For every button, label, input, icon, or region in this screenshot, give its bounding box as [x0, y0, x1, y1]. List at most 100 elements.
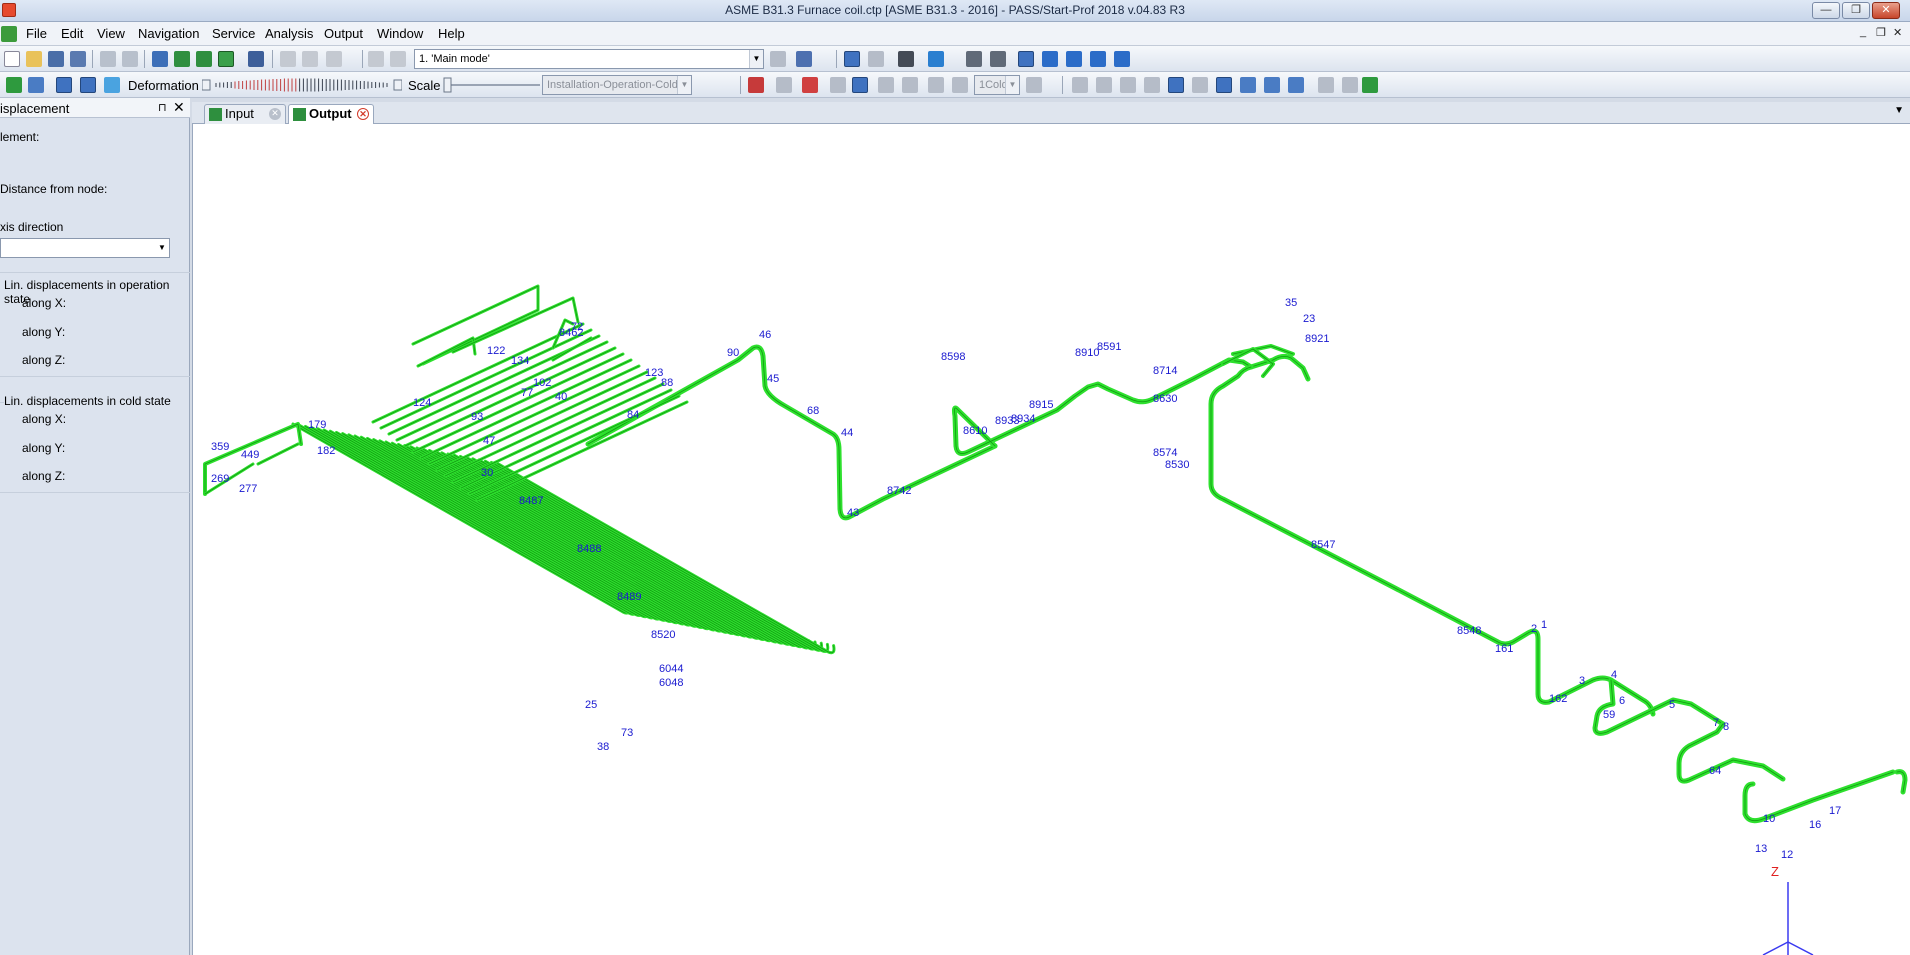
print-preview-icon[interactable]	[100, 51, 116, 67]
snowflake-icon[interactable]	[104, 77, 120, 93]
pin-icon[interactable]: ⊓	[158, 101, 167, 114]
pause-icon[interactable]	[28, 77, 44, 93]
save-icon[interactable]	[48, 51, 64, 67]
deform-mode-icon[interactable]	[56, 77, 72, 93]
graph-icon[interactable]	[1026, 77, 1042, 93]
menu-navigation[interactable]: Navigation	[138, 26, 199, 41]
cold-select[interactable]: 1Cold ▼	[974, 75, 1020, 95]
model-viewport[interactable]: 72 8462 122 134 102 77 40 123 84 88 90 46 45 68 44 43 87…	[192, 124, 1910, 955]
help-icon[interactable]	[796, 51, 812, 67]
pipe-tool-icon[interactable]	[770, 51, 786, 67]
binoculars-icon[interactable]	[898, 51, 914, 67]
support-g-icon[interactable]	[1216, 77, 1232, 93]
temperature-icon[interactable]	[878, 77, 894, 93]
node-label: 8487	[519, 495, 543, 507]
support-d-icon[interactable]	[1144, 77, 1160, 93]
zoom-window-icon[interactable]	[966, 51, 982, 67]
stress-icon[interactable]	[776, 77, 792, 93]
displacement-icon[interactable]	[852, 77, 868, 93]
view-toggle-icon[interactable]	[844, 51, 860, 67]
paste-icon[interactable]	[326, 51, 342, 67]
mdi-close-button[interactable]: ✕	[1893, 26, 1902, 39]
tab-list-chevron-icon[interactable]: ▼	[1894, 105, 1904, 116]
support-e-icon[interactable]	[1168, 77, 1184, 93]
node-label: 8630	[1153, 393, 1177, 405]
zoom-extents-icon[interactable]	[990, 51, 1006, 67]
node-label: 179	[308, 419, 326, 431]
play-icon[interactable]	[6, 77, 22, 93]
support-c-icon[interactable]	[1120, 77, 1136, 93]
deformation-slider[interactable]	[202, 76, 402, 94]
mdi-restore-button[interactable]: ❐	[1876, 26, 1886, 39]
3d-cube-icon[interactable]	[928, 51, 944, 67]
check-icon[interactable]	[196, 51, 212, 67]
menu-service[interactable]: Service	[212, 26, 255, 41]
support-f-icon[interactable]	[1192, 77, 1208, 93]
document-icon[interactable]	[1, 26, 17, 42]
load-icon[interactable]	[830, 77, 846, 93]
tab-output-close-icon[interactable]: ✕	[357, 108, 369, 120]
pressure-icon[interactable]	[902, 77, 918, 93]
max-icon[interactable]	[802, 77, 818, 93]
node-label: 64	[1709, 765, 1721, 777]
save-as-icon[interactable]	[70, 51, 86, 67]
panel-close-icon[interactable]: ✕	[173, 99, 185, 116]
cut-icon[interactable]	[280, 51, 296, 67]
report-icon[interactable]	[1362, 77, 1378, 93]
weight-icon[interactable]	[928, 77, 944, 93]
support-i-icon[interactable]	[1264, 77, 1280, 93]
menu-view[interactable]: View	[97, 26, 125, 41]
load-case-select[interactable]: Installation-Operation-Cold ▼	[542, 75, 692, 95]
support-a-icon[interactable]	[1072, 77, 1088, 93]
table-icon[interactable]	[152, 51, 168, 67]
menu-edit[interactable]: Edit	[61, 26, 83, 41]
animation-icon[interactable]	[80, 77, 96, 93]
menu-output[interactable]: Output	[324, 26, 363, 41]
cold-along-z-label: along Z:	[22, 469, 66, 483]
redo-icon[interactable]	[390, 51, 406, 67]
menu-help[interactable]: Help	[438, 26, 465, 41]
hanger-icon[interactable]	[1318, 77, 1334, 93]
wind-icon[interactable]	[952, 77, 968, 93]
select-arrow-icon[interactable]	[1018, 51, 1034, 67]
open-folder-icon[interactable]	[26, 51, 42, 67]
dimension-icon[interactable]	[868, 51, 884, 67]
support-b-icon[interactable]	[1096, 77, 1112, 93]
new-file-icon[interactable]	[4, 51, 20, 67]
menu-analysis[interactable]: Analysis	[265, 26, 313, 41]
close-button[interactable]: ✕	[1872, 2, 1900, 19]
menu-window[interactable]: Window	[377, 26, 423, 41]
tab-input[interactable]: Input ✕	[204, 104, 286, 124]
minimize-button[interactable]: —	[1812, 2, 1840, 19]
panel-header: isplacement ⊓ ✕	[0, 98, 190, 118]
output-mode-icon[interactable]	[218, 51, 234, 67]
axis-direction-select[interactable]: ▼	[0, 238, 170, 258]
copy-icon[interactable]	[302, 51, 318, 67]
pipe-segment[interactable]	[1676, 721, 1786, 784]
pipe-segment[interactable]	[951, 357, 1254, 456]
tab-output[interactable]: Output ✕	[288, 104, 374, 124]
spring-icon[interactable]	[1342, 77, 1358, 93]
undo-icon[interactable]	[368, 51, 384, 67]
maximize-button[interactable]: ❐	[1842, 2, 1870, 19]
menu-bar: File Edit View Navigation Service Analys…	[0, 22, 1910, 46]
pipe-segment[interactable]	[1208, 364, 1656, 717]
support-h-icon[interactable]	[1240, 77, 1256, 93]
restraint-icon[interactable]	[748, 77, 764, 93]
menu-file[interactable]: File	[26, 26, 47, 41]
tab-input-close-icon[interactable]: ✕	[269, 108, 281, 120]
pan-icon[interactable]	[1042, 51, 1058, 67]
print-icon[interactable]	[122, 51, 138, 67]
scale-slider[interactable]	[442, 76, 542, 94]
zoom-icon[interactable]	[1066, 51, 1082, 67]
calculator-icon[interactable]	[248, 51, 264, 67]
rotate-icon[interactable]	[1090, 51, 1106, 67]
piping-model[interactable]: 72846212213410277 40123848890464568444387…	[193, 124, 1910, 955]
refresh-icon[interactable]	[1114, 51, 1130, 67]
input-mode-icon[interactable]	[174, 51, 190, 67]
pipe-segment[interactable]	[1248, 353, 1311, 382]
node-label: 8714	[1153, 365, 1177, 377]
mode-select[interactable]: 1. 'Main mode' ▼	[414, 49, 764, 69]
support-j-icon[interactable]	[1288, 77, 1304, 93]
mdi-minimize-button[interactable]: _	[1860, 26, 1866, 38]
